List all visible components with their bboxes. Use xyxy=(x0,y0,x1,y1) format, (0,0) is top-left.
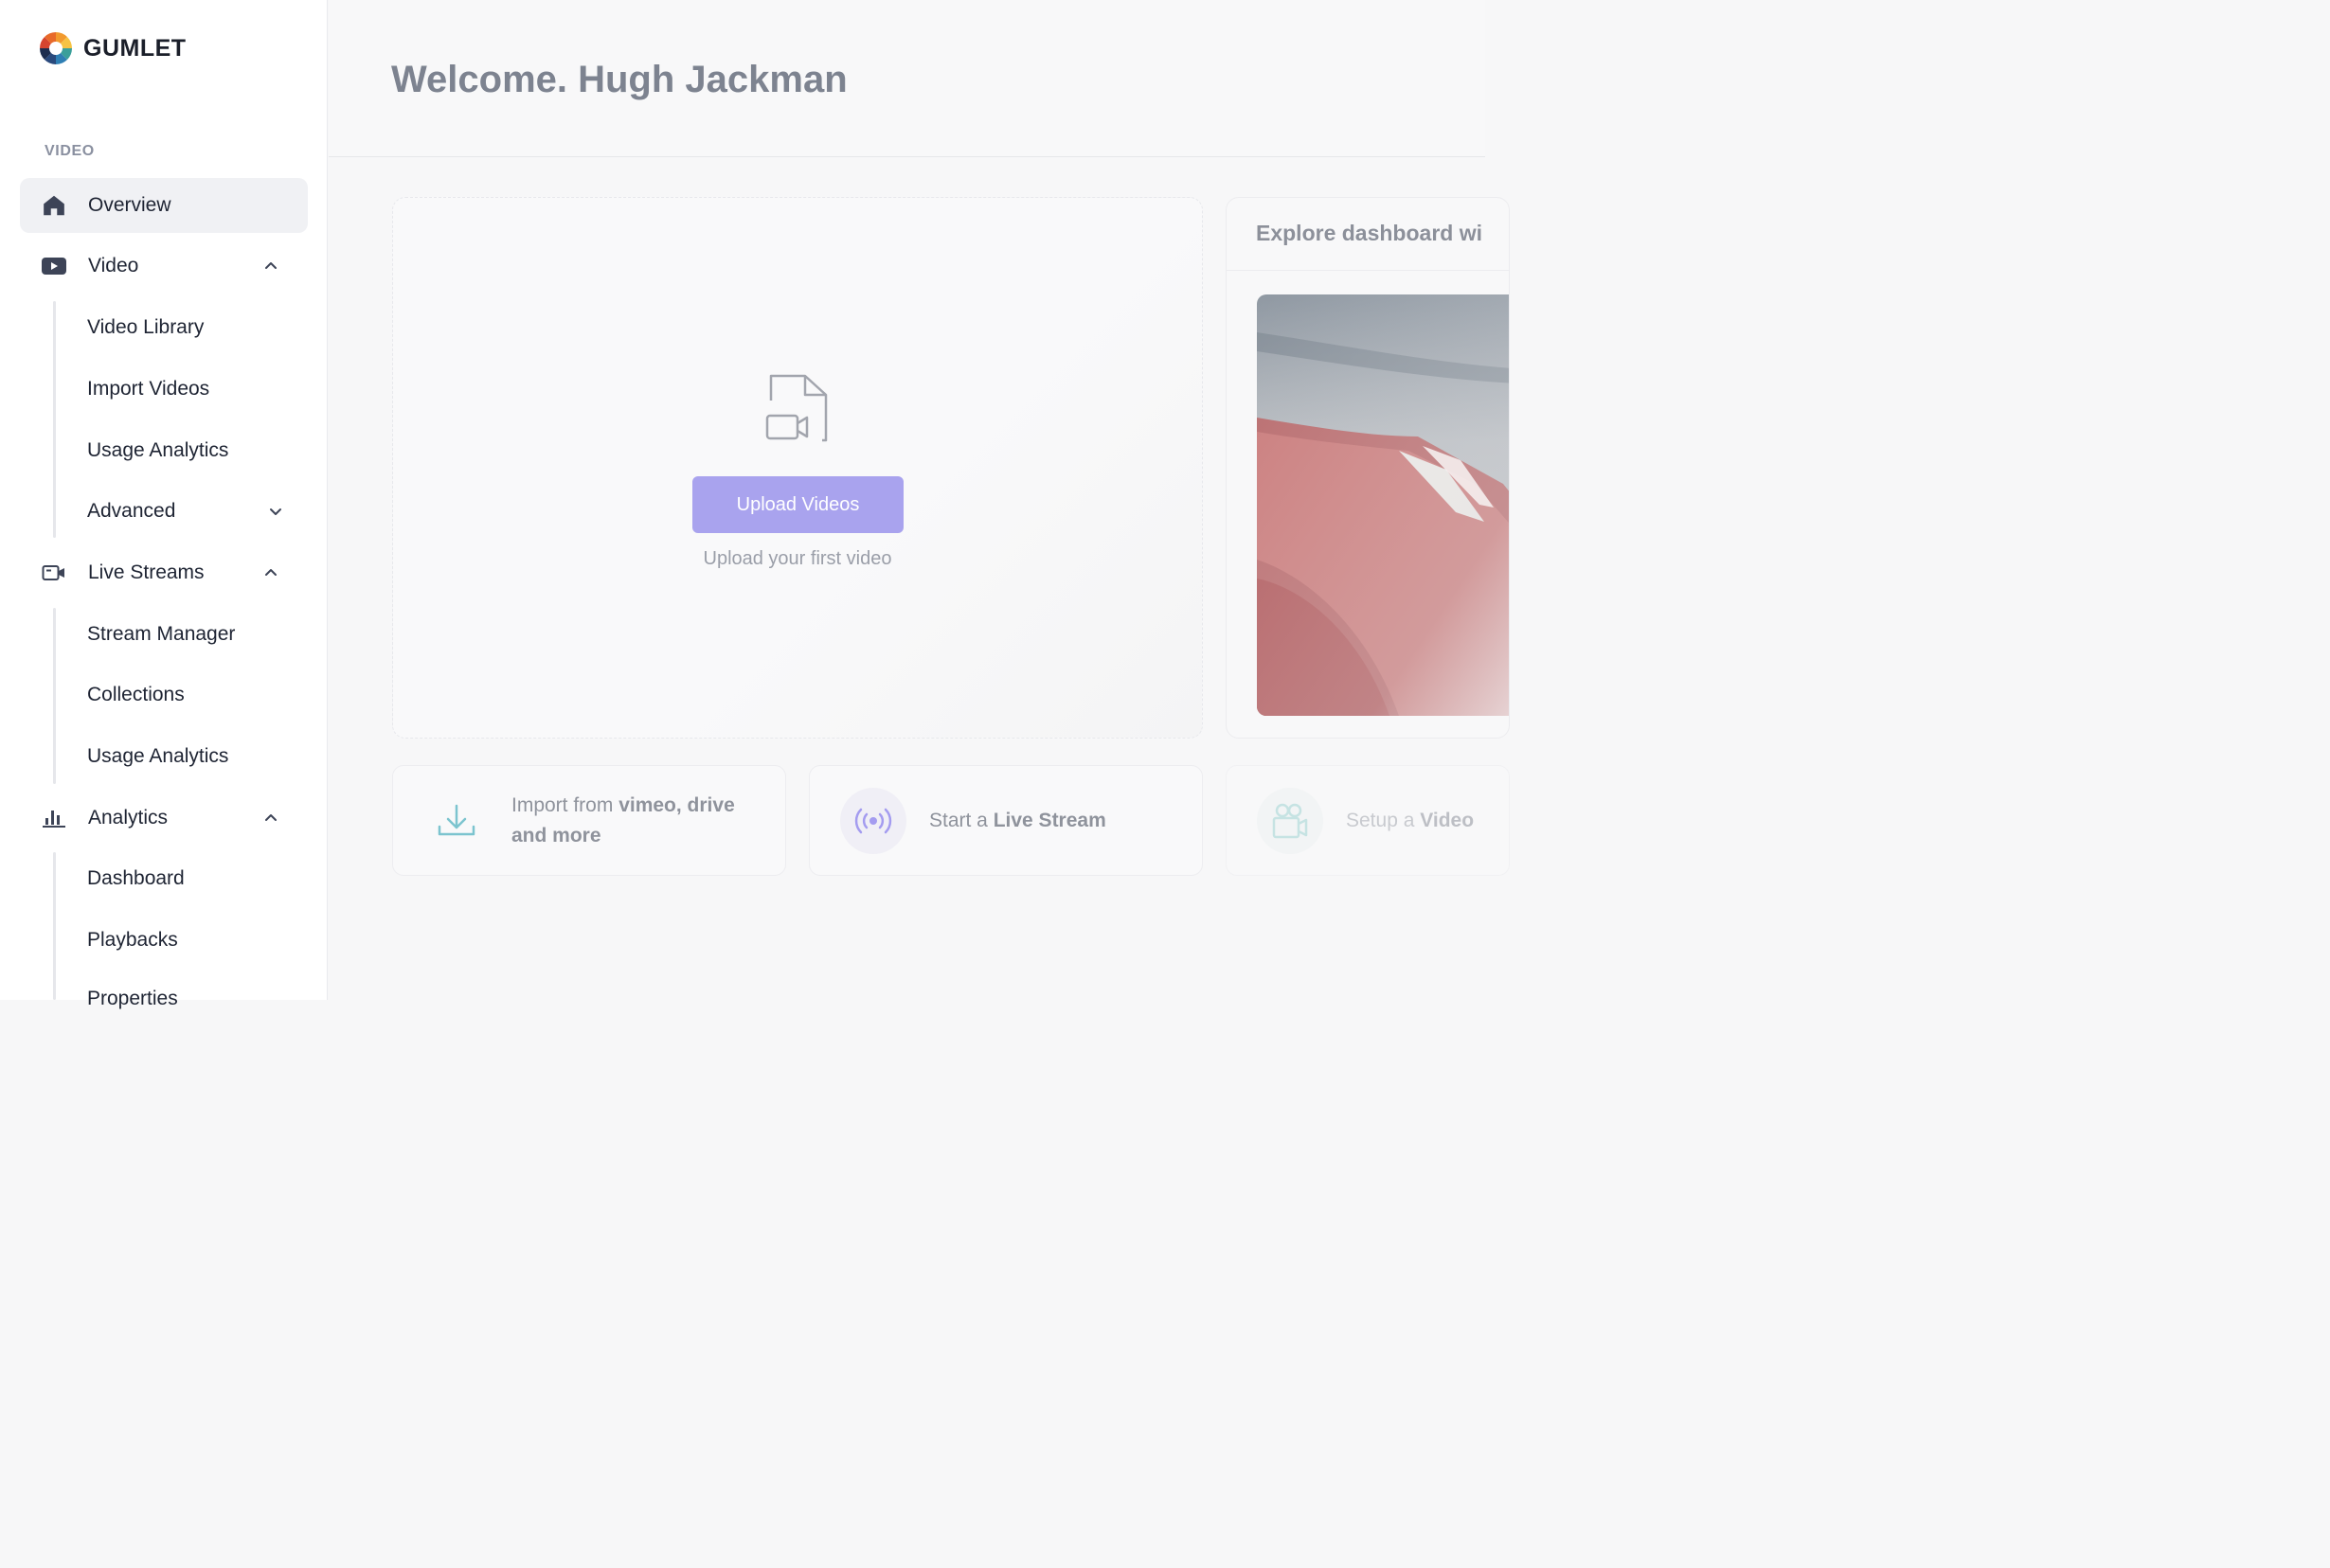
import-tile-label: Import from vimeo, drive and more xyxy=(511,794,735,846)
sidebar-item-video[interactable]: Video xyxy=(20,239,308,294)
sidebar-item-overview[interactable]: Overview xyxy=(20,178,308,233)
gumlet-logo-icon xyxy=(40,32,72,64)
upload-subtitle: Upload your first video xyxy=(703,548,892,569)
sidebar-subitem-import-videos[interactable]: Import Videos xyxy=(87,375,209,403)
submenu-guide-line xyxy=(53,608,56,784)
download-icon xyxy=(423,788,490,854)
chevron-down-icon[interactable] xyxy=(267,503,284,520)
import-tile[interactable]: Import from vimeo, drive and more xyxy=(392,765,786,876)
brand-name: GUMLET xyxy=(83,34,187,62)
sidebar-item-label: Analytics xyxy=(88,807,169,829)
sidebar-item-label: Live Streams xyxy=(88,561,205,583)
sidebar-subitem-advanced[interactable]: Advanced xyxy=(87,497,175,526)
upload-videos-button[interactable]: Upload Videos xyxy=(692,476,904,533)
explore-card-title: Explore dashboard wi xyxy=(1256,221,1482,245)
section-label: VIDEO xyxy=(45,143,95,159)
sidebar-subitem-usage-analytics[interactable]: Usage Analytics xyxy=(87,742,228,771)
chevron-up-icon[interactable] xyxy=(262,810,279,827)
sidebar-subitem-properties[interactable]: Properties xyxy=(87,985,178,1013)
setup-video-tile[interactable]: Setup a Video xyxy=(1226,765,1510,876)
setup-video-tile-label: Setup a Video xyxy=(1346,810,1475,831)
file-video-icon xyxy=(765,374,828,442)
bar-chart-icon xyxy=(41,805,67,831)
home-icon xyxy=(41,192,67,219)
sidebar-item-live-streams[interactable]: Live Streams xyxy=(20,545,308,600)
logo[interactable]: GUMLET xyxy=(38,30,187,66)
page-header: Welcome. Hugh Jackman xyxy=(329,0,1485,157)
movie-camera-icon xyxy=(1257,788,1323,854)
sidebar-subitem-usage-analytics[interactable]: Usage Analytics xyxy=(87,437,228,465)
explore-dashboard-card[interactable]: Explore dashboard wi xyxy=(1226,197,1510,739)
sidebar-subitem-dashboard[interactable]: Dashboard xyxy=(87,864,185,893)
page-title: Welcome. Hugh Jackman xyxy=(391,59,848,100)
sidebar: GUMLET VIDEO Overview Video Video Librar… xyxy=(0,0,328,1009)
live-stream-tile-label: Start a Live Stream xyxy=(929,810,1106,831)
submenu-guide-line xyxy=(53,852,56,1000)
upload-dropzone[interactable]: Upload Videos Upload your first video xyxy=(392,197,1203,739)
live-stream-tile[interactable]: Start a Live Stream xyxy=(809,765,1203,876)
sidebar-item-analytics[interactable]: Analytics xyxy=(20,791,308,846)
video-camera-icon xyxy=(41,560,67,586)
chevron-up-icon[interactable] xyxy=(262,564,279,581)
sidebar-item-label: Overview xyxy=(88,194,171,216)
sidebar-item-label: Video xyxy=(88,255,139,276)
sidebar-subitem-stream-manager[interactable]: Stream Manager xyxy=(87,620,235,649)
sidebar-subitem-collections[interactable]: Collections xyxy=(87,681,185,709)
broadcast-icon xyxy=(840,788,906,854)
submenu-guide-line xyxy=(53,301,56,538)
explore-video-thumbnail[interactable] xyxy=(1257,294,1509,716)
sidebar-subitem-playbacks[interactable]: Playbacks xyxy=(87,926,178,954)
sidebar-subitem-video-library[interactable]: Video Library xyxy=(87,313,204,342)
chevron-up-icon[interactable] xyxy=(262,258,279,275)
divider xyxy=(1227,270,1509,271)
youtube-icon xyxy=(41,253,67,279)
